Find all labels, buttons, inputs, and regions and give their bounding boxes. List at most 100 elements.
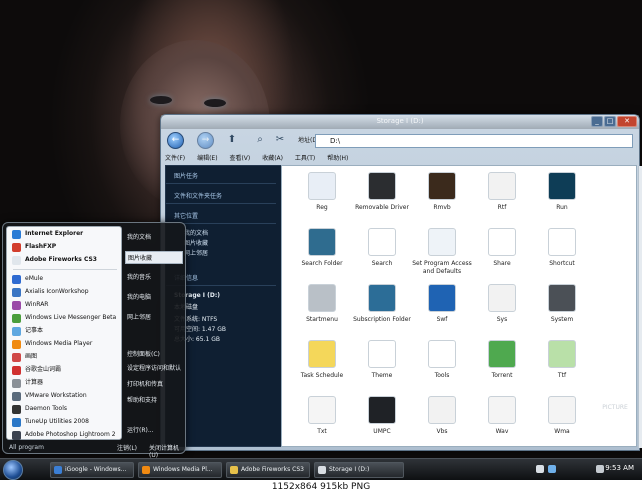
file-item[interactable]: Share [470, 228, 534, 268]
tray-volume-icon[interactable] [596, 465, 604, 473]
start-pinned-item[interactable]: Adobe Fireworks CS3 [11, 254, 119, 266]
file-item[interactable]: Startmenu [290, 284, 354, 324]
toolbar: ← → ⬆ ⌕ ✂ 地址(D) D:\ [165, 131, 637, 151]
cut-icon[interactable]: ✂ [273, 133, 287, 147]
minimize-button[interactable]: _ [591, 116, 603, 127]
startmenu-icon [308, 284, 336, 312]
start-recent-item[interactable]: Daemon Tools [11, 403, 119, 415]
logoff-button[interactable]: 注销(L) [117, 443, 137, 452]
file-item-label: Vbs [436, 428, 448, 435]
menu-view[interactable]: 查看(V) [229, 153, 250, 162]
file-item-label: Swf [436, 316, 448, 323]
start-place-item[interactable]: 图片收藏 [125, 251, 183, 264]
taskbar-button[interactable]: iGoogle - Windows... [50, 462, 134, 478]
sys-file-icon [488, 284, 516, 312]
file-item[interactable]: System [530, 284, 594, 324]
start-place-item[interactable]: 我的文档 [125, 231, 183, 244]
start-pinned-item[interactable]: FlashFXP [11, 241, 119, 253]
pane-link-my-pictures[interactable]: 图片收藏 [184, 238, 208, 247]
file-item-label: Startmenu [306, 316, 338, 323]
start-place-item[interactable]: 我的音乐 [125, 271, 183, 284]
file-item[interactable]: Wma [530, 396, 594, 436]
program-icon [12, 243, 21, 252]
file-item[interactable]: Set Program Access and Defaults [410, 228, 474, 276]
menu-edit[interactable]: 编辑(E) [197, 153, 217, 162]
pane-link-my-documents[interactable]: 我的文档 [184, 228, 208, 237]
menu-help[interactable]: 帮助(H) [327, 153, 348, 162]
start-place-item[interactable]: 帮助和支持 [125, 394, 183, 407]
file-item[interactable]: Torrent [470, 340, 534, 380]
start-place-item[interactable]: 控制面板(C) [125, 348, 183, 361]
torrent-icon [488, 340, 516, 368]
file-item[interactable]: Search [350, 228, 414, 268]
clock[interactable]: 9:53 AM [605, 464, 634, 472]
file-item[interactable]: Wav [470, 396, 534, 436]
file-item[interactable]: Ttf [530, 340, 594, 380]
all-programs-link[interactable]: All program [6, 442, 122, 453]
file-item[interactable]: Theme [350, 340, 414, 380]
start-place-item[interactable]: 设定程序访问和默认 [125, 362, 183, 375]
forward-button[interactable]: → [197, 132, 214, 149]
file-item[interactable]: Swf [410, 284, 474, 324]
start-menu-programs: Internet Explorer FlashFXP Adobe Fireworks… [6, 226, 122, 440]
file-item[interactable]: Search Folder [290, 228, 354, 268]
taskbar-button[interactable]: Storage I (D:) [314, 462, 404, 478]
file-item[interactable]: Reg [290, 172, 354, 212]
taskbar-button[interactable]: Windows Media Pl... [138, 462, 222, 478]
file-item[interactable]: Subscription Folder [350, 284, 414, 324]
start-recent-item[interactable]: Adobe Photoshop Lightroom 2 [11, 429, 119, 441]
start-orb-icon[interactable] [3, 460, 23, 480]
address-bar[interactable]: D:\ [315, 134, 633, 148]
file-item[interactable]: Vbs [410, 396, 474, 436]
start-recent-item[interactable]: 记事本 [11, 325, 119, 337]
back-button[interactable]: ← [167, 132, 184, 149]
taskbar-button[interactable]: Adobe Fireworks CS3 [226, 462, 310, 478]
up-folder-icon[interactable]: ⬆ [225, 133, 239, 147]
start-recent-item[interactable]: 计算器 [11, 377, 119, 389]
program-icon [12, 275, 21, 284]
vertical-scrollbar[interactable] [638, 166, 642, 448]
start-recent-item[interactable]: Axialis IconWorkshop [11, 286, 119, 298]
program-icon [12, 288, 21, 297]
start-place-item[interactable]: 我的电脑 [125, 291, 183, 304]
file-item[interactable]: Rtf [470, 172, 534, 212]
file-item[interactable]: Shortcut [530, 228, 594, 268]
pane-link-network[interactable]: 网上邻居 [184, 248, 208, 257]
start-recent-item[interactable]: 谷歌金山词霸 [11, 364, 119, 376]
start-recent-item[interactable]: VMware Workstation [11, 390, 119, 402]
file-item[interactable]: Txt [290, 396, 354, 436]
vbs-file-icon [428, 396, 456, 424]
shutdown-button[interactable]: 关闭计算机(U) [149, 443, 185, 459]
file-item[interactable]: Removable Driver [350, 172, 414, 212]
start-recent-item[interactable]: TuneUp Utilities 2008 [11, 416, 119, 428]
start-pinned-item[interactable]: Internet Explorer [11, 228, 119, 240]
start-place-item[interactable]: 运行(R)... [125, 424, 183, 437]
wma-speaker-icon [548, 396, 576, 424]
file-item[interactable]: Task Schedule [290, 340, 354, 380]
start-place-item[interactable]: 打印机和传真 [125, 378, 183, 391]
close-button[interactable]: ✕ [617, 116, 637, 127]
file-item[interactable]: Tools [410, 340, 474, 380]
shortcut-icon [548, 228, 576, 256]
maximize-button[interactable]: □ [604, 116, 616, 127]
start-recent-item[interactable]: 画图 [11, 351, 119, 363]
menu-file[interactable]: 文件(F) [165, 153, 185, 162]
file-item[interactable]: Run [530, 172, 594, 212]
pane-picture-tasks[interactable]: 图片任务 [166, 170, 276, 184]
start-place-item[interactable]: 网上邻居 [125, 311, 183, 324]
menu-favorites[interactable]: 收藏(A) [262, 153, 283, 162]
pane-file-tasks[interactable]: 文件和文件夹任务 [166, 190, 276, 204]
file-item-label: Subscription Folder [353, 316, 411, 323]
tray-network-icon[interactable] [536, 465, 544, 473]
start-recent-item[interactable]: WinRAR [11, 299, 119, 311]
file-item[interactable]: Sys [470, 284, 534, 324]
search-icon[interactable]: ⌕ [253, 133, 267, 147]
menu-tools[interactable]: 工具(T) [295, 153, 315, 162]
start-recent-item[interactable]: Windows Media Player [11, 338, 119, 350]
file-item[interactable]: Rmvb [410, 172, 474, 212]
file-item[interactable]: UMPC [350, 396, 414, 436]
start-recent-item[interactable]: eMule [11, 273, 119, 285]
file-item-label: Tools [434, 372, 450, 379]
tray-shield-icon[interactable] [548, 465, 556, 473]
start-recent-item[interactable]: Windows Live Messenger Beta [11, 312, 119, 324]
